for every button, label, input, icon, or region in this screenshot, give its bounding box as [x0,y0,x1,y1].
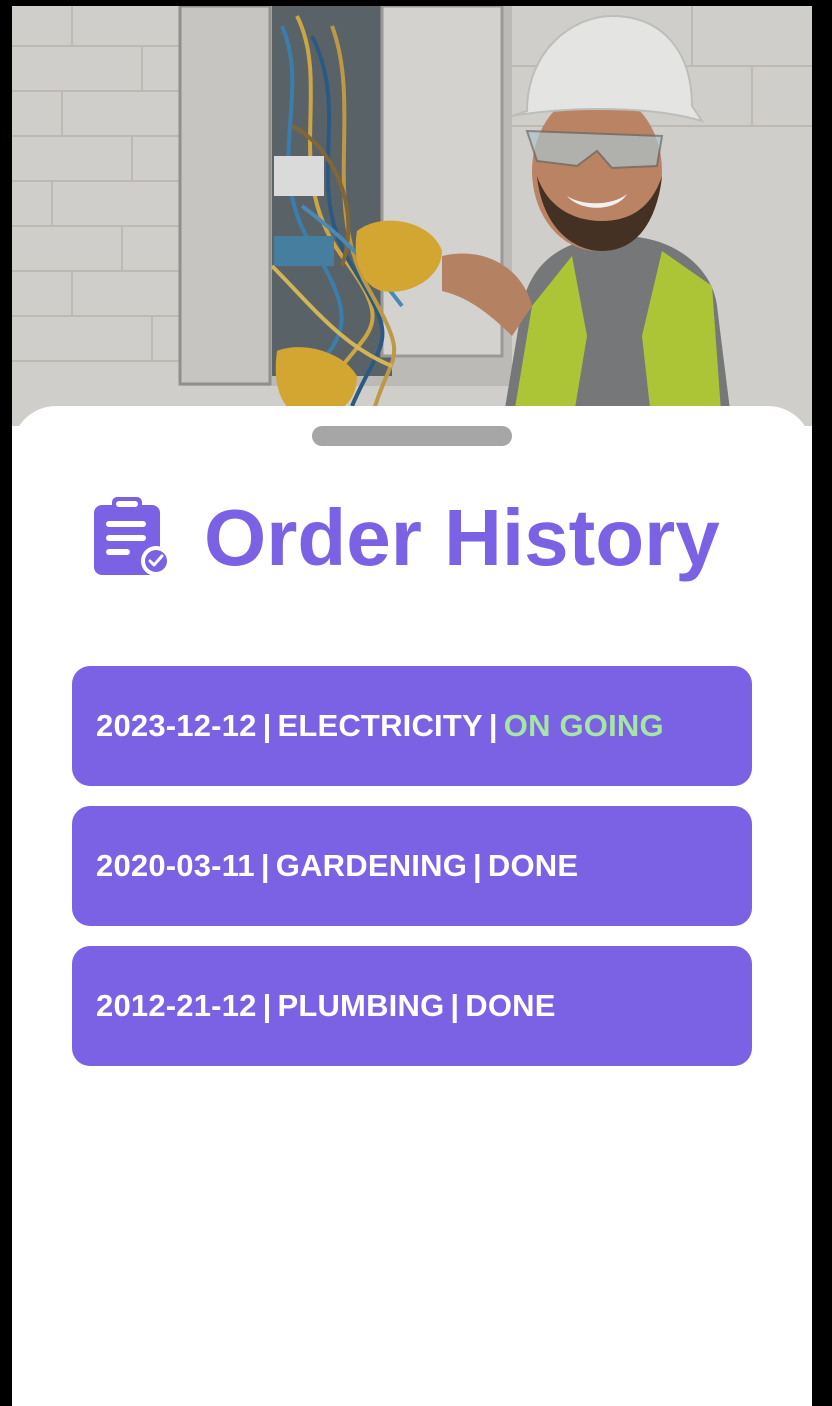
app-screen: Order History 2023-12-12 | ELECTRICITY | ON … [12,6,812,1406]
order-date: 2012-21-12 [96,988,257,1023]
order-status: DONE [465,988,556,1023]
page-title: Order History [204,493,720,582]
separator: | [262,708,272,743]
order-card[interactable]: 2020-03-11 | GARDENING | DONE [72,806,752,926]
drag-handle[interactable] [312,426,512,446]
order-text: 2012-21-12 | PLUMBING | DONE [96,988,556,1024]
order-service: PLUMBING [277,988,445,1023]
order-date: 2023-12-12 [96,708,257,743]
page-header: Order History [94,488,720,588]
order-text: 2023-12-12 | ELECTRICITY | ON GOING [96,708,664,744]
hero-image [12,6,812,426]
order-service: GARDENING [275,848,468,883]
order-date: 2020-03-11 [96,848,255,883]
order-status: ON GOING [503,708,664,743]
separator: | [262,988,272,1023]
order-list: 2023-12-12 | ELECTRICITY | ON GOING 2020-03-… [72,666,752,1086]
electrician-photo [12,6,812,426]
separator: | [473,848,482,883]
bottom-sheet: Order History 2023-12-12 | ELECTRICITY | ON … [12,406,812,1406]
order-status: DONE [487,848,579,883]
order-text: 2020-03-11 | GARDENING | DONE [96,848,578,884]
separator: | [260,848,270,883]
order-service: ELECTRICITY [277,708,483,743]
separator: | [488,708,498,743]
order-card[interactable]: 2023-12-12 | ELECTRICITY | ON GOING [72,666,752,786]
separator: | [450,988,460,1023]
order-card[interactable]: 2012-21-12 | PLUMBING | DONE [72,946,752,1066]
clipboard-check-icon [94,497,171,576]
